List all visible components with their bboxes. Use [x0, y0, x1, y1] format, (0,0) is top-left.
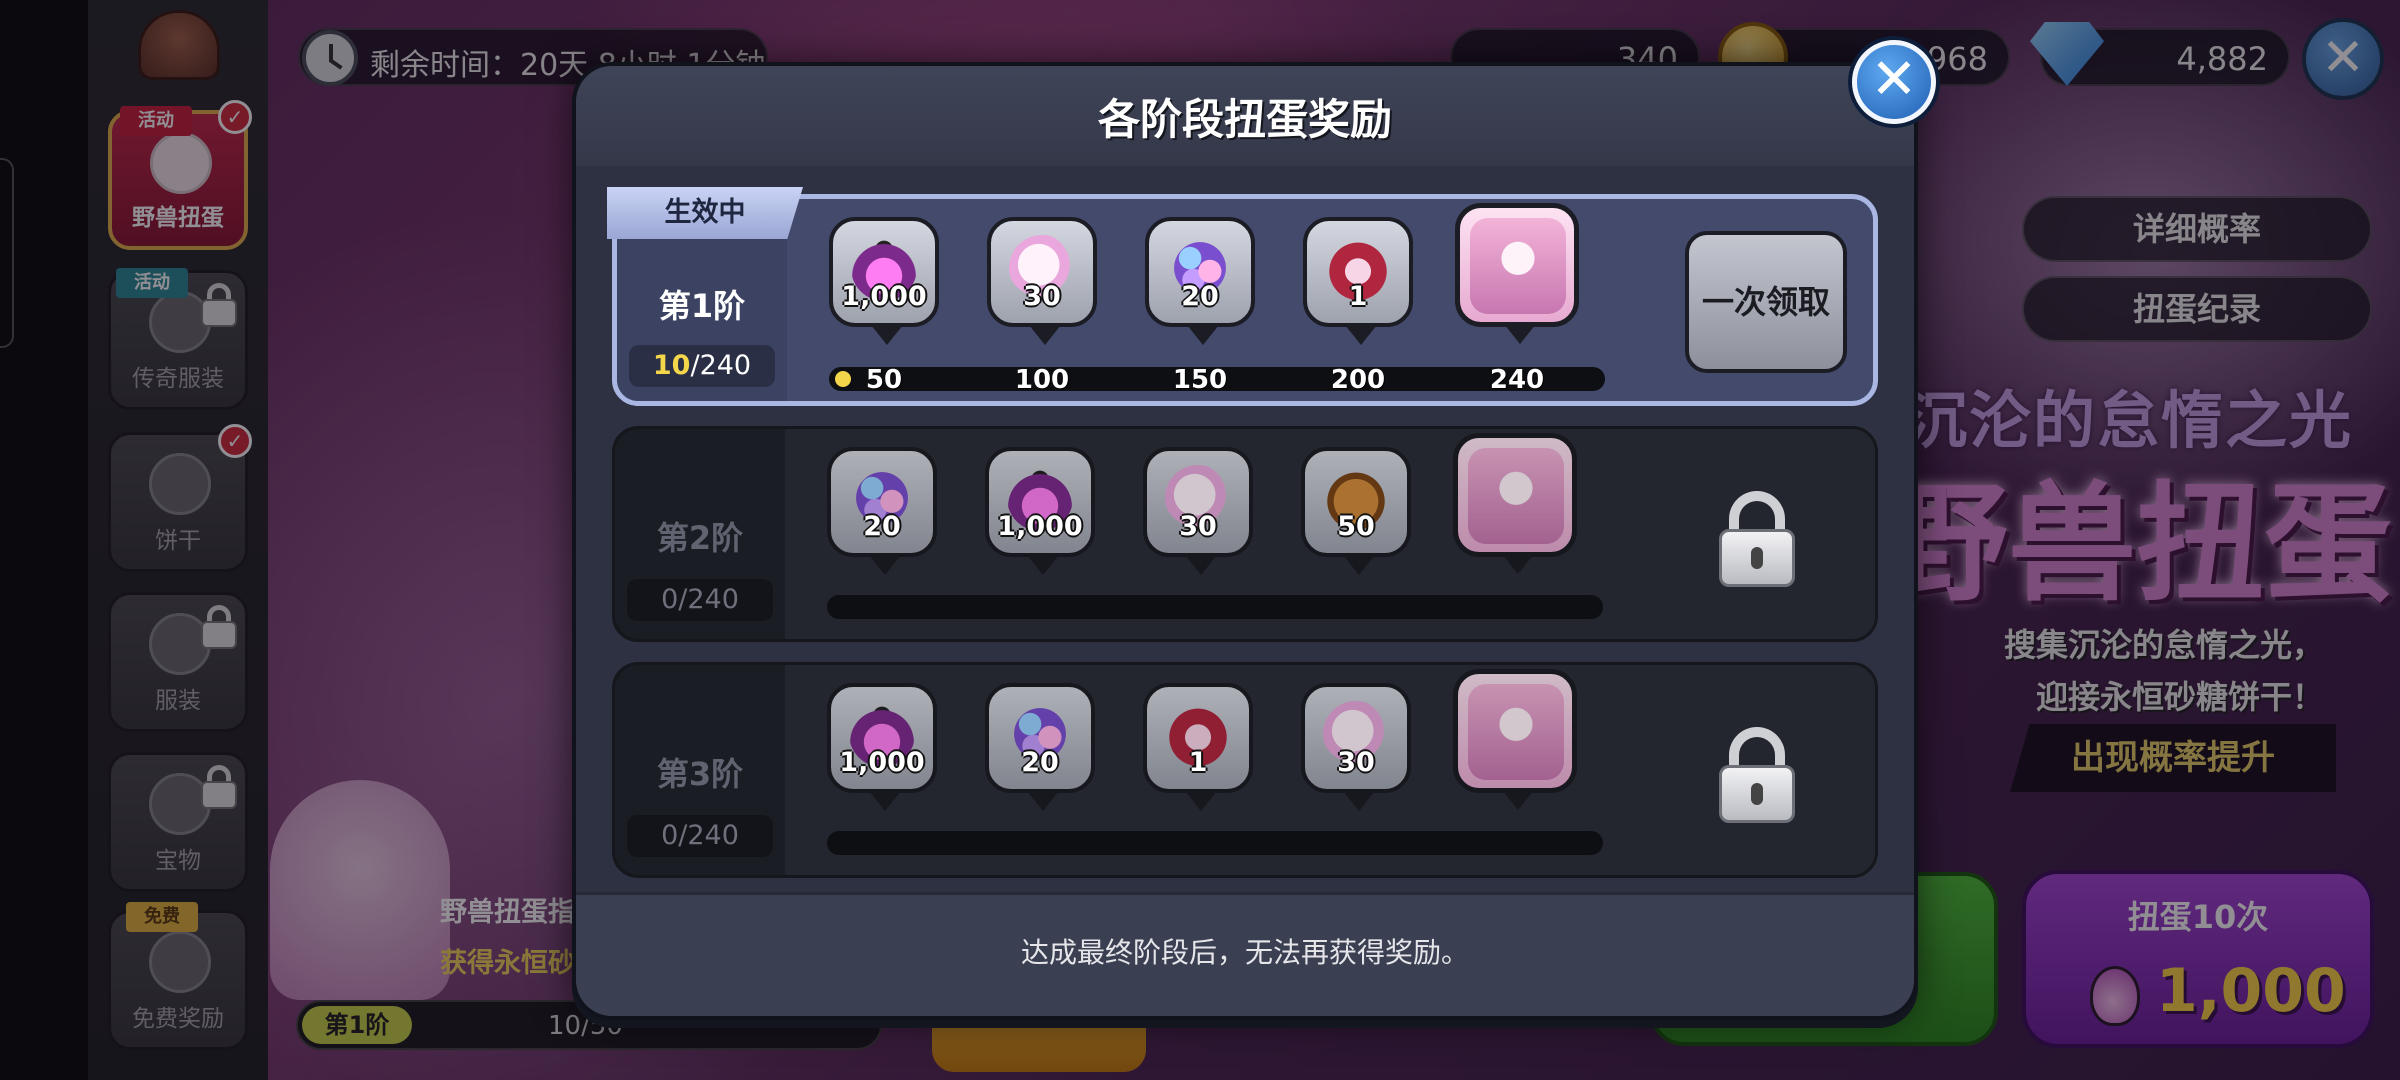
tier-progress: 0/240	[627, 815, 773, 857]
reward-qty: 1,000	[997, 511, 1083, 542]
tier-2: 第2阶 0/240 20 1,000 30 50	[612, 426, 1878, 642]
tier-name: 第3阶	[656, 755, 744, 793]
reward-qty: 50	[1337, 511, 1375, 542]
tier-3-rewards: 1,000 20 1 30	[827, 669, 1577, 833]
milestone-label: 100	[1014, 365, 1070, 395]
tier-2-rewards: 20 1,000 30 50	[827, 433, 1577, 597]
reward-item[interactable]: 20	[1145, 217, 1255, 355]
reward-item[interactable]: 1	[1303, 217, 1413, 355]
lock-icon	[1719, 491, 1795, 587]
reward-item[interactable]: 1,000	[829, 217, 939, 355]
milestone-label: 150	[1172, 365, 1228, 395]
reward-item[interactable]: 20	[827, 447, 937, 585]
milestone-label: 200	[1330, 365, 1386, 395]
reward-item-final[interactable]	[1453, 433, 1577, 574]
reward-item-final[interactable]	[1453, 669, 1577, 810]
reward-qty: 30	[1179, 511, 1217, 542]
tier-3: 第3阶 0/240 1,000 20 1 30	[612, 662, 1878, 878]
character-portrait-icon	[1470, 218, 1566, 314]
reward-item[interactable]: 20	[985, 683, 1095, 821]
tier-1: 生效中 第1阶 10/240 1,000 30 20 1 50 100 150 …	[607, 187, 1878, 406]
close-icon[interactable]: ✕	[1852, 40, 1936, 124]
lock-icon	[1719, 727, 1795, 823]
tier-progress: 0/240	[627, 579, 773, 621]
reward-item[interactable]: 50	[1301, 447, 1411, 585]
tier-1-rewards: 1,000 30 20 1	[829, 203, 1579, 367]
stage-rewards-modal: 各阶段扭蛋奖励 生效中 第1阶 10/240 1,000 30 20 1 50 …	[572, 62, 1918, 1020]
modal-title: 各阶段扭蛋奖励	[1097, 95, 1392, 144]
reward-item[interactable]: 1,000	[827, 683, 937, 821]
active-tag: 生效中	[607, 187, 803, 239]
reward-qty: 30	[1023, 281, 1061, 312]
reward-item[interactable]: 1	[1143, 683, 1253, 821]
tier-name: 第2阶	[656, 519, 744, 557]
character-portrait-icon	[1468, 448, 1564, 544]
modal-footer: 达成最终阶段后，无法再获得奖励。	[576, 892, 1914, 1016]
reward-qty: 1,000	[839, 747, 925, 778]
character-portrait-icon	[1468, 684, 1564, 780]
reward-qty: 20	[863, 511, 901, 542]
progress-current: 10	[652, 350, 691, 381]
tier-name: 第1阶	[658, 287, 746, 325]
tier-progress: 10/240	[629, 345, 775, 387]
claim-all-button[interactable]: 一次领取	[1685, 231, 1847, 373]
reward-qty: 20	[1021, 747, 1059, 778]
reward-item-final[interactable]	[1455, 203, 1579, 344]
reward-qty: 1	[1188, 747, 1208, 778]
modal-header: 各阶段扭蛋奖励	[576, 66, 1914, 166]
reward-qty: 30	[1337, 747, 1375, 778]
reward-item[interactable]: 1,000	[985, 447, 1095, 585]
tier-3-progress-track	[827, 831, 1603, 855]
reward-qty: 1	[1348, 281, 1368, 312]
final-stage-note: 达成最终阶段后，无法再获得奖励。	[1020, 936, 1469, 969]
progress-total: /240	[690, 350, 752, 381]
reward-qty: 20	[1181, 281, 1219, 312]
tier-2-progress-track	[827, 595, 1603, 619]
milestone-label: 50	[865, 365, 903, 395]
reward-qty: 1,000	[841, 281, 927, 312]
reward-item[interactable]: 30	[987, 217, 1097, 355]
reward-item[interactable]: 30	[1301, 683, 1411, 821]
milestone-label: 240	[1489, 365, 1545, 395]
reward-item[interactable]: 30	[1143, 447, 1253, 585]
